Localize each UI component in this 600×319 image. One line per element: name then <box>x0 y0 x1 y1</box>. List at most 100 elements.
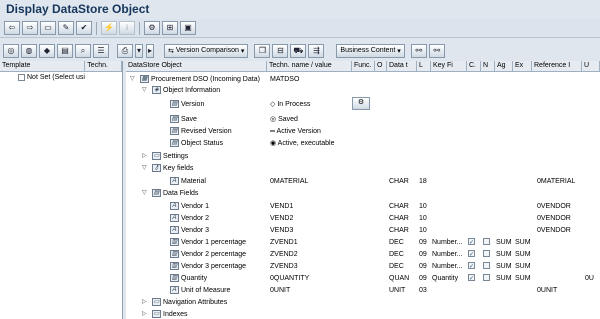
col-o: O <box>375 61 387 72</box>
col-func: Func. <box>352 61 375 72</box>
non-cumulative-checkbox[interactable] <box>483 274 490 281</box>
nav-attributes-row[interactable]: ▷ ▭ Navigation Attributes <box>126 297 600 308</box>
where-used-icon[interactable]: ⚙ <box>144 21 160 35</box>
details-icon[interactable]: ▣ <box>180 21 196 35</box>
save-status-icon: ◎ <box>270 116 279 123</box>
tree-root-row[interactable]: ▽ ▦ Procurement DSO (Incoming Data) MATDS… <box>126 74 600 85</box>
data-field-row[interactable]: ▥ Vendor 2 percentage ZVEND2 DEC 09 Numbe… <box>126 249 600 260</box>
settings-icon[interactable]: ☰ <box>93 43 109 58</box>
copy-icon[interactable]: ❐ <box>254 43 271 58</box>
activate-icon[interactable]: ⚡ <box>101 21 117 35</box>
navigation-icon[interactable]: ⇶ <box>308 43 325 58</box>
data-fields-row[interactable]: ▽ ▤ Data Fields <box>126 188 600 199</box>
key-fields-row[interactable]: ▽ ⚷ Key fields <box>126 163 600 174</box>
key-icon: ⚷ <box>152 164 161 173</box>
expand-icon[interactable]: ▷ <box>142 298 147 307</box>
info-icon[interactable]: i <box>119 21 135 35</box>
cumulative-checkbox[interactable]: ✓ <box>468 274 475 282</box>
data-field-row[interactable]: ▥ Quantity 0QUANTITY QUAN 09 Quantity ✓ S… <box>126 273 600 284</box>
data-field-row[interactable]: A Vendor 3 VEND3 CHAR 10 0VENDOR <box>126 225 600 236</box>
template-panel: Template Techn. Not Set (Select usi <box>0 61 123 319</box>
info-status-row[interactable]: ▤ Object Status ◉ Active, executable <box>126 138 600 149</box>
version-comparison-button[interactable]: ⇆ Version Comparison ▾ <box>164 43 249 58</box>
toolbar-separator <box>139 21 140 35</box>
structure-icon[interactable]: ⊟ <box>272 43 289 58</box>
settings-row[interactable]: ▷ ▭ Settings <box>126 151 600 162</box>
version-action-button[interactable]: ⚙ <box>352 97 370 110</box>
object-info-label: Object Information <box>163 87 221 94</box>
expand-icon[interactable]: ▷ <box>142 310 147 319</box>
col-techn-name: Techn. name / value <box>267 61 352 72</box>
info-version-row[interactable]: ▤ Version ◇ In Process ⚙ <box>126 97 600 110</box>
print-icon[interactable]: ⎙ <box>117 43 133 58</box>
template-item[interactable]: Not Set (Select usi <box>0 72 122 83</box>
col-ag: Ag <box>495 61 513 72</box>
data-field-row[interactable]: A Vendor 1 VEND1 CHAR 10 0VENDOR <box>126 201 600 212</box>
cumulative-checkbox[interactable]: ✓ <box>468 238 475 246</box>
non-cumulative-checkbox[interactable] <box>483 250 490 257</box>
doc-icon: ▤ <box>170 139 179 148</box>
data-field-row[interactable]: ▥ Vendor 3 percentage ZVEND3 DEC 09 Numbe… <box>126 261 600 272</box>
hierarchy-icon[interactable]: ⊞ <box>162 21 178 35</box>
datastore-grid: DataStore Object Techn. name / value Fun… <box>126 61 600 319</box>
indexes-row[interactable]: ▷ ▭ Indexes <box>126 309 600 319</box>
info-save-row[interactable]: ▤ Save ◎ Saved <box>126 114 600 125</box>
find-next-icon[interactable]: ⚯ <box>428 43 445 58</box>
secondary-toolbar: ◎ ◍ ◆ ▤ ⌕ ☰ ⎙ ▾ ▸ ⇆ Version Comparison ▾ ❐… <box>0 41 600 60</box>
characteristic-icon: A <box>170 202 179 211</box>
col-reference: Reference I <box>532 61 582 72</box>
binoculars-icon[interactable]: ⚯ <box>410 43 427 58</box>
col-datastore-object: DataStore Object <box>126 61 267 72</box>
col-u: U <box>582 61 600 72</box>
check-icon[interactable]: ✔ <box>76 21 92 35</box>
cumulative-checkbox[interactable]: ✓ <box>468 262 475 270</box>
business-content-button[interactable]: Business Content ▾ <box>336 43 405 58</box>
data-fields-icon: ▤ <box>152 189 161 198</box>
collapse-icon[interactable]: ▽ <box>142 189 147 198</box>
collapse-icon[interactable]: ▽ <box>130 75 135 84</box>
template-header: Template Techn. <box>0 61 122 72</box>
doc-icon: ▤ <box>170 115 179 124</box>
characteristic-icon: A <box>170 226 179 235</box>
folder-icon: ▭ <box>152 298 161 307</box>
data-field-row[interactable]: ▥ Vendor 1 percentage ZVEND1 DEC 09 Numbe… <box>126 237 600 248</box>
template-icon[interactable]: ◎ <box>3 43 19 58</box>
key-figure-icon: ▥ <box>170 250 179 259</box>
compare-icon: ⇆ <box>168 47 174 55</box>
other-object-icon[interactable]: ▭ <box>40 21 56 35</box>
characteristic-icon: A <box>170 177 179 186</box>
non-cumulative-checkbox[interactable] <box>483 238 490 245</box>
non-cumulative-checkbox[interactable] <box>483 262 490 269</box>
toolbar-separator <box>96 21 97 35</box>
data-field-row[interactable]: A Vendor 2 VEND2 CHAR 10 0VENDOR <box>126 213 600 224</box>
forward-icon[interactable]: ⇨ <box>22 21 38 35</box>
transport-icon[interactable]: ⛟ <box>290 43 307 58</box>
key-figure-icon: ▥ <box>170 238 179 247</box>
col-template: Template <box>0 61 86 71</box>
infoobject-icon[interactable]: ◆ <box>39 43 55 58</box>
col-key-figure: Key Fi <box>431 61 467 72</box>
expand-icon[interactable]: ▷ <box>142 152 147 161</box>
col-c: C. <box>467 61 481 72</box>
back-icon[interactable]: ⇦ <box>4 21 20 35</box>
main-toolbar: ⇦ ⇨ ▭ ✎ ✔ ⚡ i ⚙ ⊞ ▣ <box>0 19 600 38</box>
display-change-icon[interactable]: ✎ <box>58 21 74 35</box>
collapse-icon[interactable]: ▽ <box>142 164 147 173</box>
window-title: Display DataStore Object <box>6 2 150 16</box>
collapse-icon[interactable]: ▽ <box>142 86 147 95</box>
info-revised-row[interactable]: ▤ Revised Version ═ Active Version <box>126 126 600 137</box>
doc-icon: ▤ <box>170 100 179 109</box>
cumulative-checkbox[interactable]: ✓ <box>468 250 475 258</box>
expand-right-icon[interactable]: ▸ <box>146 43 154 58</box>
search-template-icon[interactable]: ⌕ <box>75 43 91 58</box>
key-field-material-row[interactable]: A Material 0MATERIAL CHAR 18 0MATERIAL <box>126 176 600 187</box>
object-info-row[interactable]: ▽ ◈ Object Information <box>126 85 600 96</box>
activate-object-icon: ⚙ <box>357 99 365 106</box>
characteristic-icon: A <box>170 214 179 223</box>
catalog-icon[interactable]: ▤ <box>57 43 73 58</box>
col-ex: Ex <box>513 61 532 72</box>
root-label: Procurement DSO (Incoming Data) <box>151 76 260 83</box>
infocube-icon[interactable]: ◍ <box>21 43 37 58</box>
dropdown-icon[interactable]: ▾ <box>135 43 143 58</box>
data-field-row[interactable]: A Unit of Measure 0UNIT UNIT 03 0UNIT <box>126 285 600 296</box>
